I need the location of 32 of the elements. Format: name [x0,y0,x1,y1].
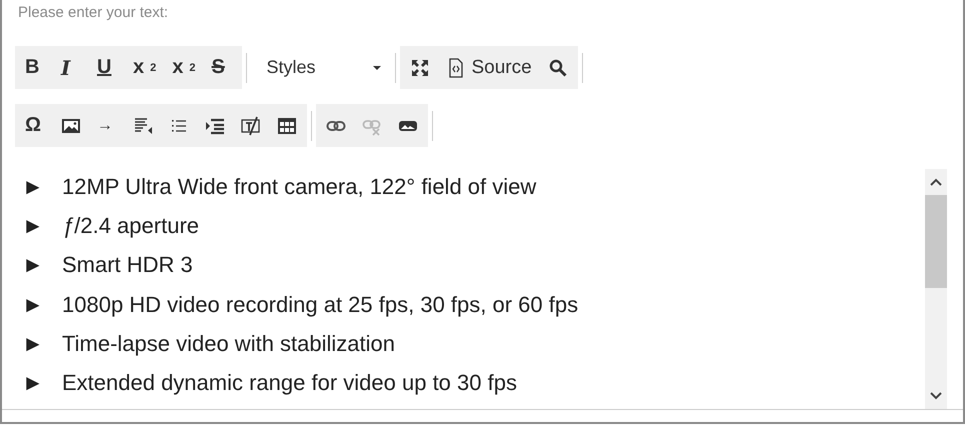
format-button[interactable]: U [89,46,125,89]
list-marker: ► [22,370,45,396]
text-direction-icon [133,116,153,136]
clear-format-icon [241,116,261,136]
list-marker: ► [22,212,45,239]
prompt-label: Please enter your text: [17,3,170,23]
scrollbar-thumb[interactable] [925,195,947,288]
list-item-text: Time-lapse video with stabilization [62,330,395,357]
search-icon [548,58,568,78]
list-marker: ► [22,174,45,200]
format-button[interactable]: → [89,104,125,147]
format-button[interactable]: I [53,46,89,89]
styles-dropdown[interactable]: Styles [250,46,390,89]
scroll-up-icon [930,178,942,186]
format-button[interactable]: B [17,46,53,89]
list-marker: ► [22,252,45,278]
scrollbar[interactable] [925,169,947,409]
list-item-text: Extended dynamic range for video up to 30 fps [62,370,517,396]
expand-icon [410,58,430,78]
list-item-text: 12MP Ultra Wide front camera, 122° field of view [62,174,536,200]
format-button[interactable]: S [204,46,240,89]
list-marker: ► [22,330,45,357]
table-icon [277,116,297,136]
list-item-text: 1080p HD video recording at 25 fps, 30 fps, or 60 fps [62,292,578,318]
caret-icon [372,66,380,70]
source-button[interactable]: Source [438,46,540,89]
list-item-text: ƒ/2.4 aperture [62,212,199,239]
scroll-down-icon [930,392,942,400]
list-item-text: Smart HDR 3 [62,252,193,278]
format-button[interactable]: x$^{2}$ [125,46,164,89]
list-marker: ► [22,292,45,318]
format-button[interactable]: Ω [17,104,53,147]
